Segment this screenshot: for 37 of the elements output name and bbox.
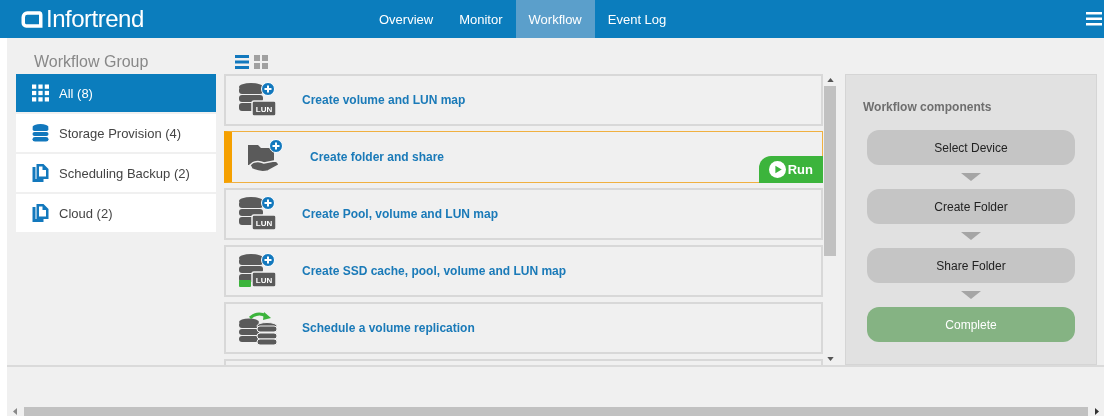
workflow-card[interactable]: LUN Create volume and LUN map (224, 74, 823, 126)
sidebar-item[interactable]: Scheduling Backup (2) (16, 154, 216, 192)
grid-icon (32, 84, 49, 102)
copy-icon (32, 164, 49, 182)
panel-title: Workflow components (863, 100, 992, 114)
copy-icon (32, 204, 49, 222)
workflow-step: Complete (867, 307, 1075, 342)
arrow-down-icon (961, 291, 981, 299)
workflow-card[interactable]: LUN Create Pool, volume and LUN map (224, 188, 823, 240)
sidebar-item[interactable]: Storage Provision (4) (16, 114, 216, 152)
workflow-step: Select Device (867, 130, 1075, 165)
arrow-down-icon (961, 232, 981, 240)
nav-tab[interactable]: Monitor (446, 0, 516, 38)
workflow-step: Share Folder (867, 248, 1075, 283)
sidebar-title: Workflow Group (33, 52, 150, 72)
scroll-left-icon[interactable] (13, 408, 17, 415)
workflow-card[interactable]: Schedule a volume replication (224, 302, 823, 354)
menu-icon[interactable] (1086, 12, 1102, 26)
workflow-card[interactable]: Create folder and share Run (224, 131, 823, 183)
arrow-down-icon (961, 173, 981, 181)
run-button[interactable]: Run (758, 156, 823, 183)
sidebar-item[interactable]: Cloud (2) (16, 194, 216, 232)
grid-view-icon[interactable] (254, 55, 268, 69)
nav-tab[interactable]: Workflow (515, 0, 595, 38)
database-icon (32, 124, 49, 142)
logo-icon (20, 8, 44, 30)
logo: Infortrend (20, 5, 360, 33)
play-icon (768, 161, 786, 178)
database-replication-icon (238, 310, 278, 346)
scrollbar-thumb[interactable] (824, 86, 836, 256)
nav-tab[interactable]: Overview (366, 0, 447, 38)
sidebar-item[interactable]: All (8) (16, 74, 216, 112)
scroll-right-icon[interactable] (1095, 408, 1099, 415)
workflow-step: Create Folder (867, 189, 1075, 224)
nav-tab[interactable]: Event Log (594, 0, 680, 38)
workflow-card[interactable]: LUN Create SSD cache, pool, volume and LUN map (224, 245, 823, 297)
list-view-icon[interactable] (235, 55, 249, 69)
